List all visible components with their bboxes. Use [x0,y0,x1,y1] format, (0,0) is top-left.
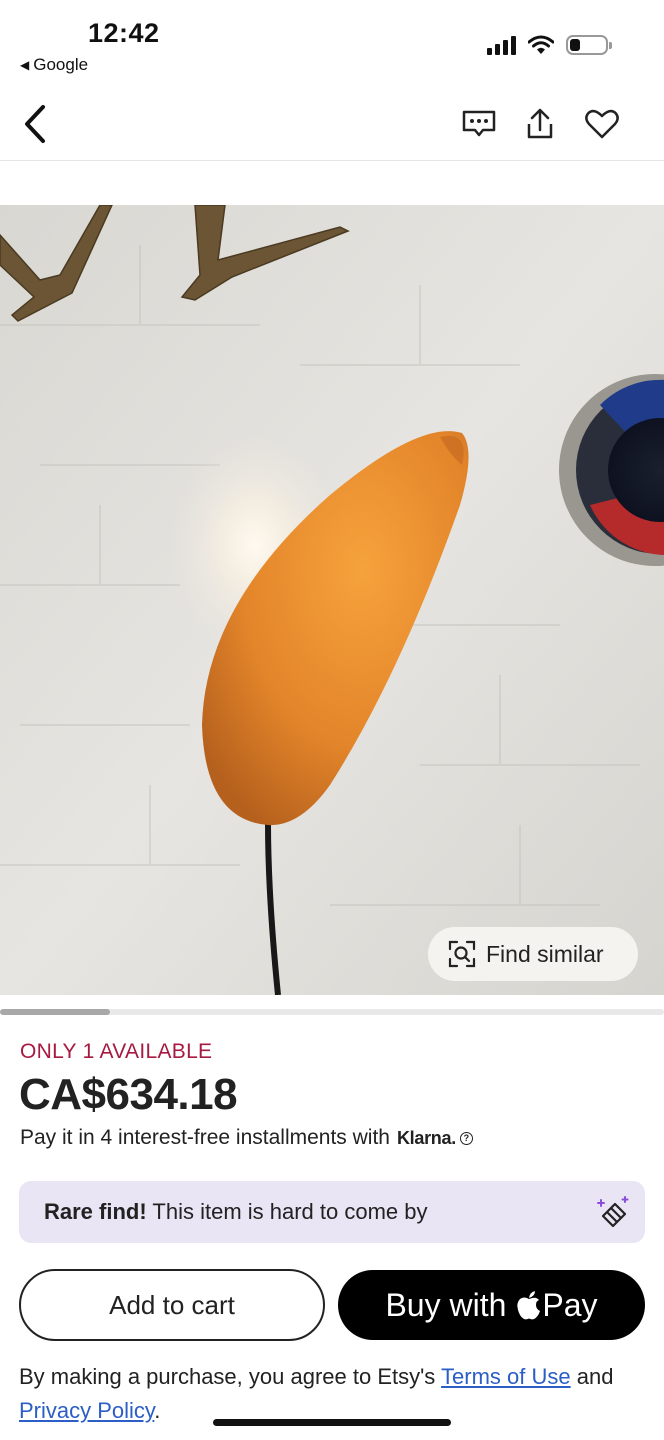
back-app-label: Google [33,55,89,74]
favorite-button[interactable] [580,88,624,160]
lamp-photo [0,205,664,995]
heart-icon [585,109,619,139]
installments-info: Pay it in 4 interest-free installments w… [20,1126,473,1150]
privacy-policy-link[interactable]: Privacy Policy [19,1398,154,1423]
find-similar-label: Find similar [486,940,604,967]
home-indicator[interactable] [213,1419,451,1426]
battery-icon [566,35,612,55]
wifi-icon [528,35,554,54]
rare-find-description: This item is hard to come by [152,1199,428,1224]
terms-of-use-link[interactable]: Terms of Use [441,1364,571,1389]
apple-pay-mark: Pay [516,1286,598,1324]
legal-conjunction: and [576,1364,614,1389]
clock: 12:42 [88,18,160,48]
apple-logo-icon [517,1291,541,1320]
rare-find-banner: Rare find! This item is hard to come by [19,1181,645,1243]
top-nav-bar [0,88,664,161]
product-image[interactable] [0,205,664,995]
back-chevron-icon [25,105,45,143]
status-icons [487,32,612,58]
message-seller-button[interactable] [456,88,502,160]
back-to-google[interactable]: ◀ Google [20,55,88,75]
signal-icon [487,35,516,55]
share-button[interactable] [518,88,562,160]
installments-text: Pay it in 4 interest-free installments w… [20,1126,390,1149]
back-triangle-icon: ◀ [20,58,30,72]
klarna-help-icon[interactable]: ? [459,1131,473,1145]
status-bar: 12:42 ◀ Google [0,0,664,80]
rare-find-text: Rare find! This item is hard to come by [44,1199,428,1225]
klarna-logo: Klarna. [396,1127,456,1148]
legal-prefix: By making a purchase, you agree to Etsy'… [19,1364,436,1389]
legal-suffix: . [154,1398,161,1423]
buy-with-label: Buy with [385,1286,507,1323]
sparkle-diamond-icon [597,1196,629,1228]
price: CA$634.18 [19,1070,238,1119]
add-to-cart-button[interactable]: Add to cart [19,1269,325,1341]
rare-find-bold: Rare find! [44,1199,147,1224]
share-icon [527,108,553,139]
image-carousel-scrollbar[interactable] [0,1009,664,1015]
purchase-legal-text: By making a purchase, you agree to Etsy'… [19,1360,645,1428]
apple-pay-button[interactable]: Buy with Pay [338,1270,645,1340]
find-similar-button[interactable]: Find similar [428,927,638,981]
message-icon [462,110,496,137]
pay-label: Pay [542,1286,598,1323]
back-button[interactable] [12,88,56,160]
carousel-thumb [0,1009,110,1015]
visual-search-icon [448,940,476,968]
availability-label: ONLY 1 AVAILABLE [20,1040,213,1063]
